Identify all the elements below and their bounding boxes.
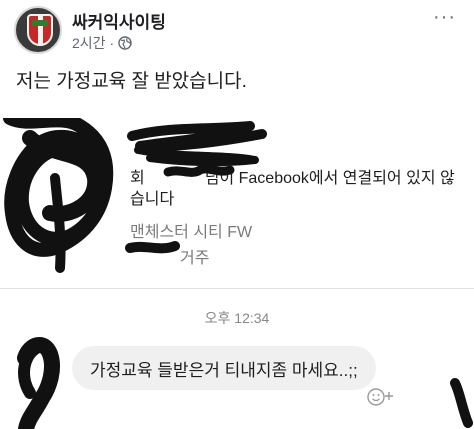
emoji-reaction-icon[interactable] <box>366 387 396 407</box>
title-start: 회 <box>130 170 145 187</box>
post-time[interactable]: 2시간 <box>72 33 106 53</box>
page-name[interactable]: 싸커익사이팅 <box>72 8 166 33</box>
post-image[interactable]: 회 님이 Facebook에서 연결되어 있지 않습니다 맨체스터 시티 FW 거… <box>0 118 474 429</box>
club-crest-icon <box>27 14 53 46</box>
profile-card-location: 거주 <box>130 244 209 268</box>
more-options-icon[interactable]: ··· <box>433 6 456 29</box>
facebook-post: 싸커익사이팅 2시간 · ··· 저는 가정교육 잘 받았습니다. <box>0 0 474 118</box>
message-bubble: 가정교육 들받은거 티내지좀 마세요..;; <box>72 346 376 390</box>
title-end: 님이 Facebook에서 연결되어 있지 않습니다 <box>130 170 455 208</box>
profile-card-subtitle: 맨체스터 시티 FW <box>130 224 253 241</box>
globe-icon <box>118 36 132 50</box>
page-avatar[interactable] <box>14 6 62 54</box>
location-text: 거주 <box>180 250 210 267</box>
profile-card-title: 회 님이 Facebook에서 연결되어 있지 않습니다 <box>130 168 460 210</box>
post-text: 저는 가정교육 잘 받았습니다. <box>16 71 247 92</box>
divider <box>0 288 474 289</box>
meta-separator: · <box>109 35 115 51</box>
post-meta: 2시간 · <box>72 33 132 53</box>
message-timestamp: 오후 12:34 <box>204 310 270 326</box>
